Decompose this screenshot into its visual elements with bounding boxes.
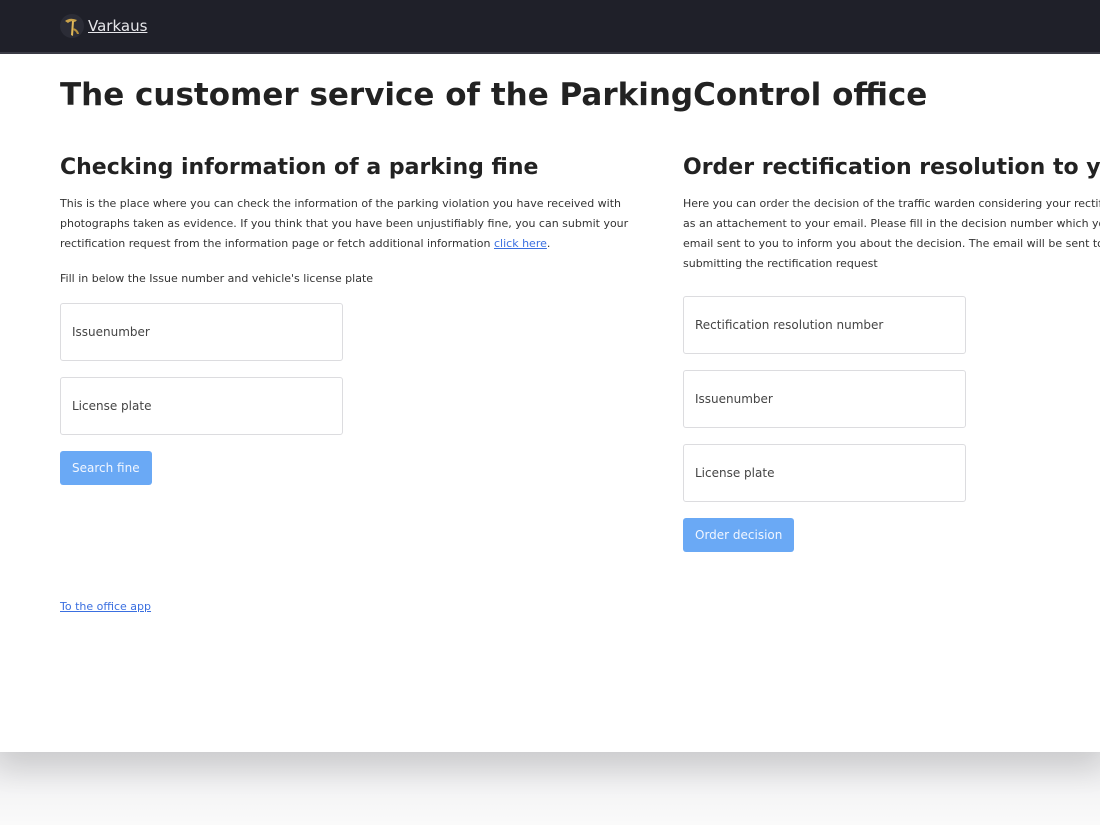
top-navbar: Varkaus	[0, 0, 1100, 54]
page-title: The customer service of the ParkingContr…	[60, 77, 928, 113]
resolution-license-plate-input[interactable]	[683, 444, 966, 502]
order-resolution-heading: Order rectification resolution to your e…	[683, 155, 1100, 180]
check-fine-description: This is the place where you can check th…	[60, 194, 660, 254]
check-fine-section: Checking information of a parking fine T…	[60, 155, 660, 485]
order-decision-button[interactable]: Order decision	[683, 518, 795, 552]
click-here-link[interactable]: click here	[494, 237, 547, 250]
brand-name: Varkaus	[88, 17, 148, 35]
brand-link[interactable]: Varkaus	[60, 10, 147, 42]
check-fine-heading: Checking information of a parking fine	[60, 155, 539, 180]
office-app-link[interactable]: To the office app	[60, 600, 151, 613]
check-fine-instruction: Fill in below the Issue number and vehic…	[60, 272, 374, 285]
order-resolution-description: Here you can order the decision of the t…	[683, 197, 1100, 270]
license-plate-input[interactable]	[60, 377, 343, 435]
issue-number-input[interactable]	[60, 303, 343, 361]
page-shadow	[0, 752, 1100, 825]
varkaus-logo-icon	[60, 14, 84, 38]
page: Varkaus The customer service of the Park…	[0, 0, 1100, 752]
resolution-issue-number-input[interactable]	[683, 370, 966, 428]
search-fine-button[interactable]: Search fine	[60, 451, 152, 485]
description-period: .	[546, 237, 551, 250]
order-resolution-section: Order rectification resolution to your e…	[683, 155, 1100, 552]
resolution-number-input[interactable]	[683, 296, 966, 354]
